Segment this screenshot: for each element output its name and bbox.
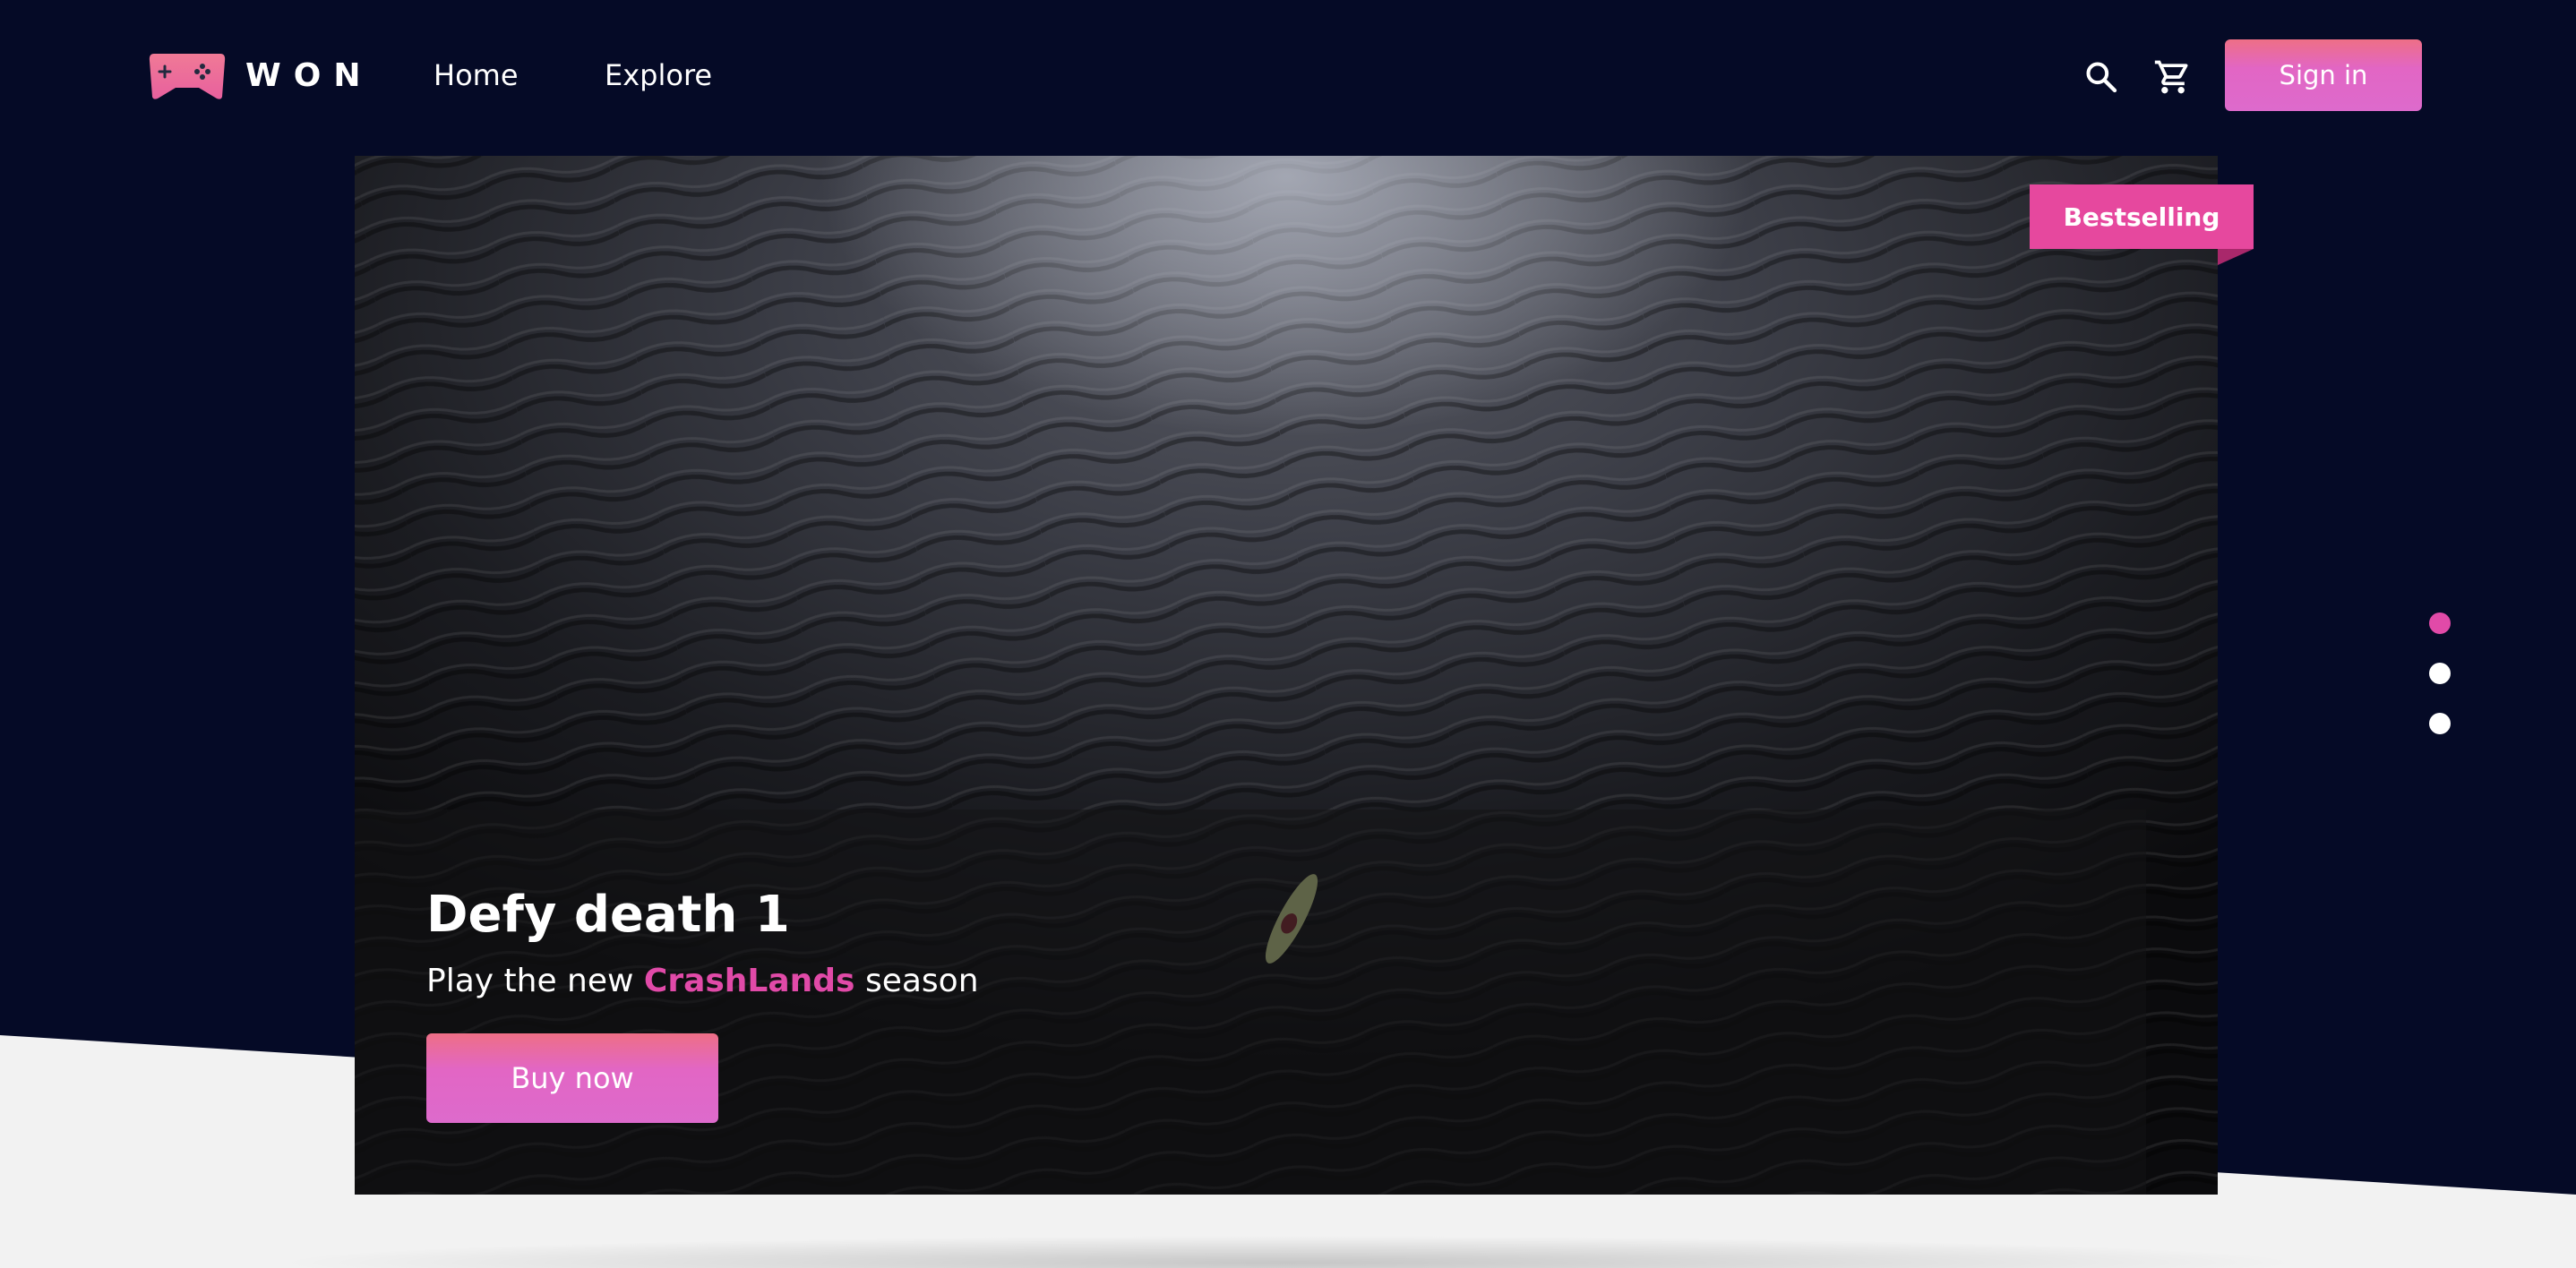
cart-button[interactable]: [2151, 56, 2194, 99]
hero-title: Defy death 1: [426, 886, 790, 944]
carousel-dots: [2429, 613, 2451, 738]
hero-subtitle-prefix: Play the new: [426, 963, 644, 999]
hero-banner[interactable]: Defy death 1 Play the new CrashLands sea…: [355, 156, 2218, 1195]
hero-subtitle-suffix: season: [854, 963, 979, 999]
nav-explore-link[interactable]: Explore: [605, 56, 712, 95]
logo[interactable]: WON: [149, 50, 373, 100]
top-nav: WON Home Explore Sign in: [0, 0, 2576, 154]
shopping-cart-icon: [2154, 60, 2188, 94]
carousel-dot-3[interactable]: [2429, 713, 2451, 734]
search-button[interactable]: [2080, 56, 2123, 99]
hero-subtitle: Play the new CrashLands season: [426, 958, 979, 1005]
hero-subtitle-highlight: CrashLands: [643, 963, 855, 999]
logo-text: WON: [245, 56, 374, 94]
bestselling-badge: Bestselling: [2030, 184, 2254, 249]
nav-home-link[interactable]: Home: [434, 56, 519, 95]
gamepad-icon: [149, 54, 226, 99]
buy-now-button[interactable]: Buy now: [426, 1033, 718, 1123]
carousel-dot-2[interactable]: [2429, 663, 2451, 684]
badge-ribbon-fold: [2218, 249, 2254, 265]
hero-shadow: [269, 1236, 2307, 1268]
carousel-dot-1[interactable]: [2429, 613, 2451, 634]
search-icon: [2086, 62, 2117, 93]
sign-in-button[interactable]: Sign in: [2225, 39, 2422, 111]
page: WON Home Explore Sign in Defy death 1 Pl…: [0, 0, 2576, 1268]
